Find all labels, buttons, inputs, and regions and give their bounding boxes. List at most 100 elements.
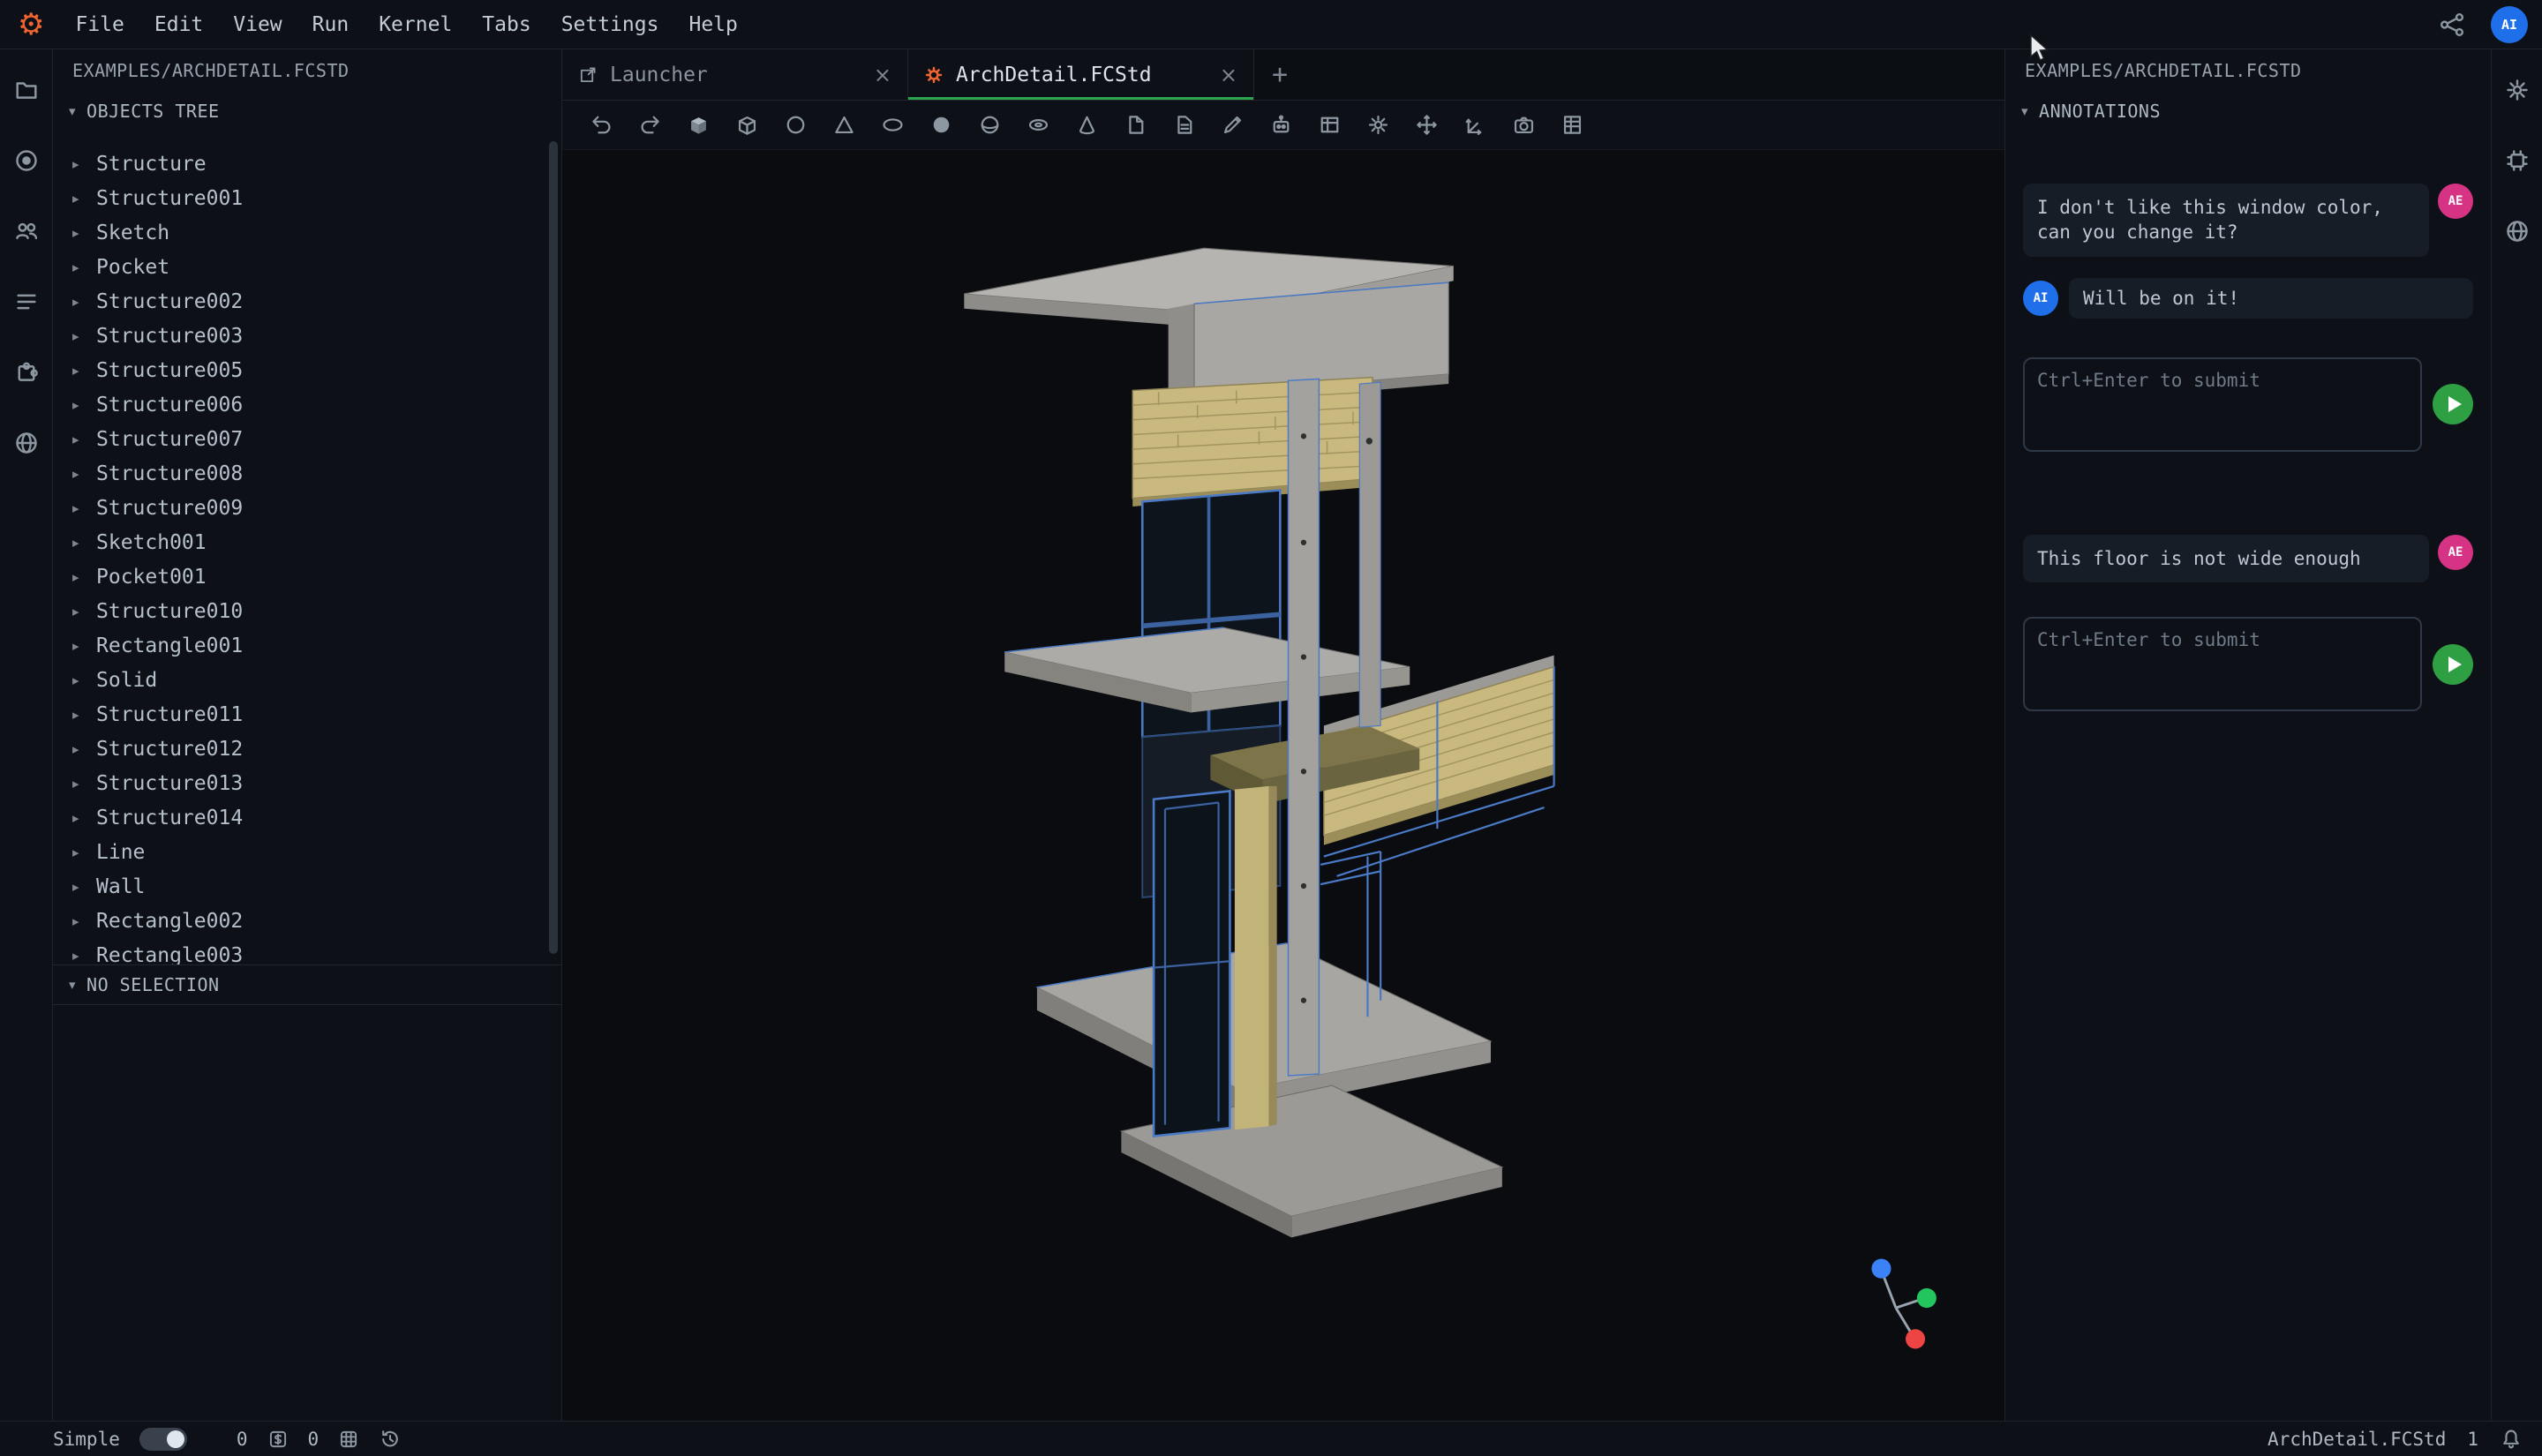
circle-icon[interactable] [779,109,811,141]
placement-axes-icon[interactable] [1459,109,1491,141]
credits-icon[interactable] [267,1429,289,1450]
annotations-section-header[interactable]: ▾ ANNOTATIONS [2005,88,2491,134]
tree-item[interactable]: ▸ Structure002 [53,284,561,319]
new-tab-button[interactable]: + [1254,49,1305,100]
objects-tree-section-header[interactable]: ▾ OBJECTS TREE [53,88,561,134]
triangle-icon[interactable] [828,109,860,141]
tree-item[interactable]: ▸ Structure009 [53,491,561,525]
tree-item[interactable]: ▸ Structure [53,146,561,181]
chip-icon[interactable] [2501,145,2533,176]
chevron-right-icon[interactable]: ▸ [72,948,85,964]
chevron-right-icon[interactable]: ▸ [72,363,85,379]
running-kernels-icon[interactable] [11,145,42,176]
tree-item[interactable]: ▸ Rectangle001 [53,628,561,663]
redo-button[interactable] [634,109,666,141]
chevron-right-icon[interactable]: ▸ [72,844,85,860]
tree-item[interactable]: ▸ Rectangle002 [53,904,561,938]
tree-item[interactable]: ▸ Line [53,835,561,869]
chevron-right-icon[interactable]: ▸ [72,741,85,757]
tree-item[interactable]: ▸ Structure007 [53,422,561,456]
copy-document-icon[interactable] [1119,109,1151,141]
chevron-right-icon[interactable]: ▸ [72,225,85,241]
chevron-right-icon[interactable]: ▸ [72,569,85,585]
pencil-icon[interactable] [1216,109,1248,141]
chevron-right-icon[interactable]: ▸ [72,328,85,344]
spreadsheet-icon[interactable] [1556,109,1588,141]
annotation-input[interactable] [2023,357,2422,452]
cone-icon[interactable] [1071,109,1102,141]
tree-item[interactable]: ▸ Rectangle003 [53,938,561,964]
chevron-right-icon[interactable]: ▸ [72,500,85,516]
tab-launcher[interactable]: Launcher × [562,49,908,100]
chevron-right-icon[interactable]: ▸ [72,191,85,206]
grid-settings-icon[interactable] [338,1429,359,1450]
chevron-right-icon[interactable]: ▸ [72,810,85,826]
tree-item[interactable]: ▸ Solid [53,663,561,697]
tree-item[interactable]: ▸ Sketch001 [53,525,561,559]
chevron-right-icon[interactable]: ▸ [72,294,85,310]
extensions-icon[interactable] [11,356,42,388]
chevron-right-icon[interactable]: ▸ [72,466,85,482]
tree-item[interactable]: ▸ Structure013 [53,766,561,800]
chevron-right-icon[interactable]: ▸ [72,638,85,654]
move-icon[interactable] [1410,109,1442,141]
document-icon[interactable] [1168,109,1200,141]
world-icon[interactable] [11,427,42,459]
tree-item[interactable]: ▸ Structure003 [53,319,561,353]
undo-button[interactable] [585,109,617,141]
menu-item[interactable]: Settings [546,0,674,49]
menu-item[interactable]: Kernel [364,0,467,49]
tree-item[interactable]: ▸ Wall [53,869,561,904]
tab-archdetail[interactable]: ArchDetail.FCStd × [908,49,1254,100]
tree-item[interactable]: ▸ Structure001 [53,181,561,215]
menu-item[interactable]: File [60,0,139,49]
chevron-right-icon[interactable]: ▸ [72,707,85,723]
globe-icon[interactable] [2501,215,2533,247]
annotation-input[interactable] [2023,617,2422,711]
menu-item[interactable]: Help [673,0,752,49]
submit-annotation-button[interactable] [2433,644,2473,685]
chevron-right-icon[interactable]: ▸ [72,776,85,792]
selection-section-header[interactable]: ▾ NO SELECTION [53,964,561,1005]
tree-item[interactable]: ▸ Pocket [53,250,561,284]
history-icon[interactable] [379,1428,402,1451]
outline-icon[interactable] [11,286,42,318]
gear-icon[interactable] [1362,109,1394,141]
box-wireframe-icon[interactable] [731,109,763,141]
settings-gear-icon[interactable] [2501,74,2533,106]
collaborators-icon[interactable] [11,215,42,247]
chevron-right-icon[interactable]: ▸ [72,432,85,447]
ellipse-icon[interactable] [876,109,908,141]
share-icon[interactable] [2436,9,2468,41]
table-icon[interactable] [1313,109,1345,141]
dome-icon[interactable] [974,109,1005,141]
tree-item[interactable]: ▸ Structure010 [53,594,561,628]
tree-item[interactable]: ▸ Structure012 [53,732,561,766]
3d-viewport[interactable] [562,150,2004,1421]
menu-item[interactable]: View [218,0,297,49]
chevron-right-icon[interactable]: ▸ [72,535,85,551]
sphere-icon[interactable] [925,109,957,141]
tree-item[interactable]: ▸ Structure011 [53,697,561,732]
tree-item[interactable]: ▸ Sketch [53,215,561,250]
tree-scrollbar[interactable] [549,141,558,954]
chevron-right-icon[interactable]: ▸ [72,913,85,929]
files-icon[interactable] [11,74,42,106]
submit-annotation-button[interactable] [2433,384,2473,424]
close-tab-icon[interactable]: × [874,64,891,86]
camera-icon[interactable] [1508,109,1539,141]
torus-icon[interactable] [1022,109,1054,141]
menu-item[interactable]: Run [297,0,365,49]
chevron-right-icon[interactable]: ▸ [72,259,85,275]
chevron-right-icon[interactable]: ▸ [72,879,85,895]
user-avatar[interactable]: AI [2491,6,2528,43]
tree-item[interactable]: ▸ Pocket001 [53,559,561,594]
robot-icon[interactable] [1265,109,1297,141]
tree-item[interactable]: ▸ Structure014 [53,800,561,835]
menu-item[interactable]: Tabs [467,0,545,49]
close-tab-icon[interactable]: × [1220,64,1237,86]
simple-mode-toggle[interactable] [139,1428,187,1451]
chevron-right-icon[interactable]: ▸ [72,604,85,619]
menu-item[interactable]: Edit [139,0,218,49]
tree-item[interactable]: ▸ Structure008 [53,456,561,491]
